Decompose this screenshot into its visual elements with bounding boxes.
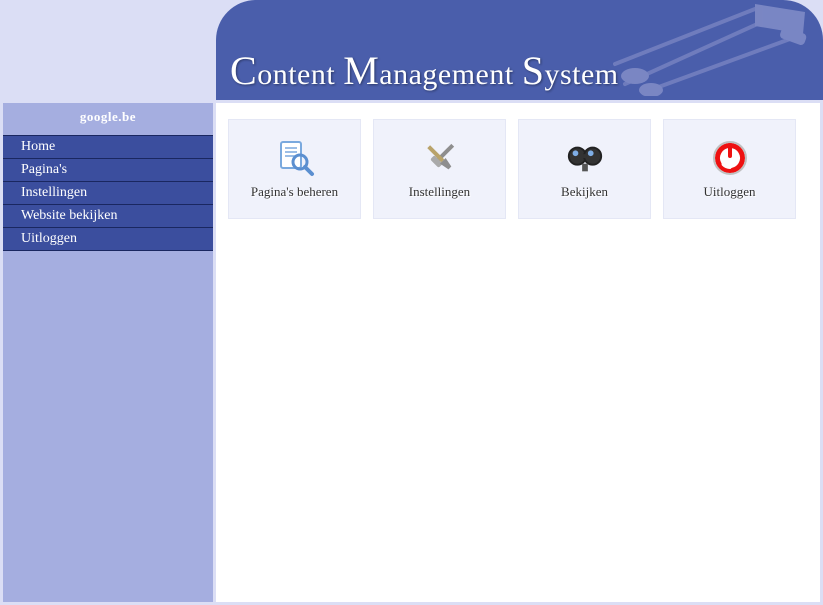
sidebar-item-paginas[interactable]: Pagina's [3,158,213,182]
tile-label: Pagina's beheren [251,184,338,200]
settings-icon [420,138,460,178]
sidebar-item-instellingen[interactable]: Instellingen [3,181,213,205]
tile-label: Uitloggen [704,184,756,200]
manage-pages-icon [275,138,315,178]
sidebar-menu: Home Pagina's Instellingen Website bekij… [3,135,213,251]
logout-icon [710,138,750,178]
sidebar-item-label: Pagina's [21,162,67,177]
tile-label: Bekijken [561,184,608,200]
header-banner: Content Management System [216,0,823,100]
sidebar-item-website-bekijken[interactable]: Website bekijken [3,204,213,228]
sidebar-item-label: Instellingen [21,185,87,200]
sidebar-item-label: Website bekijken [21,208,117,223]
tile-settings[interactable]: Instellingen [373,119,506,219]
top-left-spacer [0,0,216,100]
main-content: Pagina's beheren Instellingen [216,103,820,602]
tile-label: Instellingen [409,184,470,200]
sidebar-item-label: Home [21,139,55,154]
sidebar: google.be Home Pagina's Instellingen Web… [3,103,213,602]
header-title: Content Management System [230,47,619,100]
sidebar-title: google.be [3,103,213,135]
tile-view[interactable]: Bekijken [518,119,651,219]
view-icon [565,138,605,178]
tools-art-icon [605,4,815,96]
sidebar-item-uitloggen[interactable]: Uitloggen [3,227,213,251]
tile-manage-pages[interactable]: Pagina's beheren [228,119,361,219]
sidebar-item-home[interactable]: Home [3,135,213,159]
tile-logout[interactable]: Uitloggen [663,119,796,219]
sidebar-item-label: Uitloggen [21,231,77,246]
